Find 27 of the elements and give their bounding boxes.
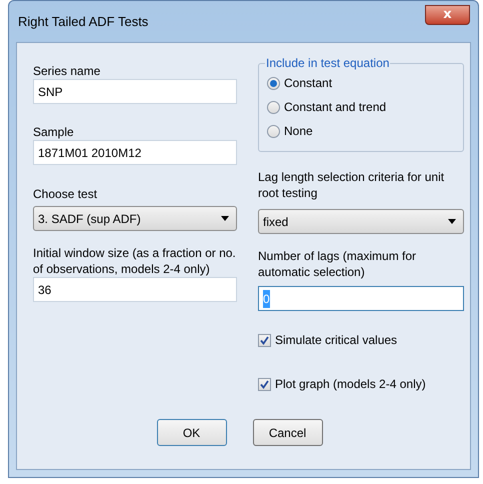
radio-label: None bbox=[284, 123, 313, 140]
window-size-field[interactable]: 36 bbox=[33, 277, 237, 302]
radio-label: Constant bbox=[284, 75, 332, 92]
test-dropdown[interactable]: 3. SADF (sup ADF) bbox=[33, 206, 237, 231]
window-title: Right Tailed ADF Tests bbox=[18, 12, 148, 31]
field-label: Series name bbox=[33, 63, 102, 79]
lag-criteria-dropdown[interactable]: fixed bbox=[258, 209, 464, 234]
dropdown-arrow-icon bbox=[448, 219, 456, 224]
checkbox[interactable] bbox=[258, 378, 271, 390]
field-label: Choose test bbox=[33, 186, 98, 202]
field-label: Initial window size (as a fraction or no. of observations, models 2-4 only) bbox=[33, 245, 237, 277]
radio-label: Constant and trend bbox=[284, 99, 386, 116]
radio-button[interactable] bbox=[267, 124, 280, 138]
series-name-field[interactable]: SNP bbox=[33, 79, 237, 104]
checkbox-label: Plot graph (models 2-4 only) bbox=[275, 376, 426, 393]
checkbox[interactable] bbox=[258, 334, 271, 346]
ok-button[interactable]: OK bbox=[156, 419, 226, 446]
field-label: Lag length selection criteria for unit root testing bbox=[258, 169, 446, 201]
field-label: Sample bbox=[33, 124, 75, 140]
dropdown-arrow-icon bbox=[221, 216, 229, 221]
radio-button[interactable] bbox=[267, 100, 280, 114]
field-label: Number of lags (maximum for automatic selection) bbox=[258, 248, 418, 280]
checkbox-label: Simulate critical values bbox=[275, 332, 398, 349]
cancel-button[interactable]: Cancel bbox=[252, 419, 322, 446]
radio-button[interactable] bbox=[267, 76, 280, 90]
sample-field[interactable]: 1871M01 2010M12 bbox=[33, 140, 237, 165]
group-title: Include in test equation bbox=[265, 55, 390, 71]
